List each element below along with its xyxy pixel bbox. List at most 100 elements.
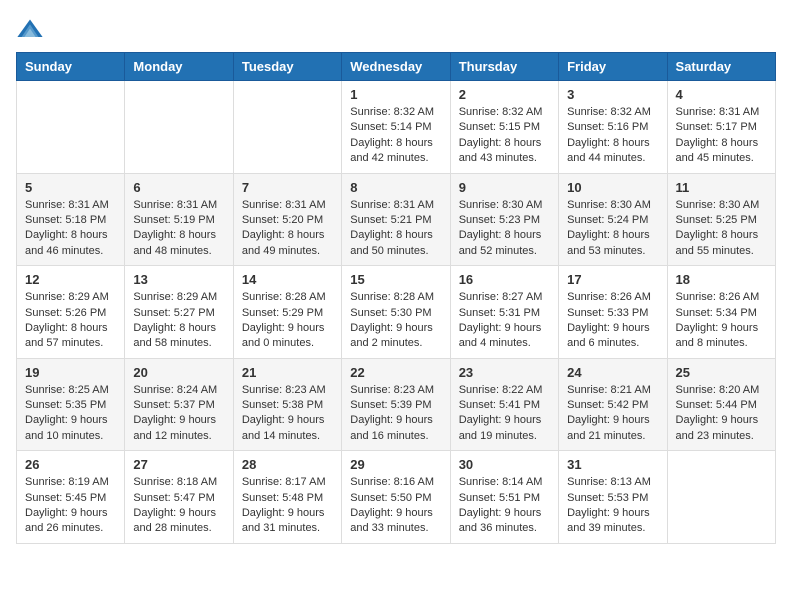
day-info: Sunrise: 8:30 AM Sunset: 5:23 PM Dayligh…: [459, 198, 550, 260]
day-info: Sunrise: 8:28 AM Sunset: 5:30 PM Dayligh…: [350, 290, 441, 352]
day-number: 9: [459, 180, 550, 195]
day-number: 31: [567, 457, 658, 472]
day-number: 27: [133, 457, 224, 472]
calendar-cell: 29Sunrise: 8:16 AM Sunset: 5:50 PM Dayli…: [342, 451, 450, 544]
calendar-cell: 6 Sunrise: 8:31 AM Sunset: 5:19 PM Daylig…: [125, 173, 233, 266]
calendar-cell: 26 Sunrise: 8:19 AM Sunset: 5:45 PM Dayli…: [17, 451, 125, 544]
day-info: Sunrise: 8:17 AM Sunset: 5:48 PM Dayligh…: [242, 475, 333, 537]
day-header-tuesday: Tuesday: [233, 53, 341, 81]
day-number: 17: [567, 272, 658, 287]
calendar-cell: 18 Sunrise: 8:26 AM Sunset: 5:34 PM Dayli…: [667, 266, 775, 359]
day-number: 10: [567, 180, 658, 195]
day-info: Sunrise: 8:31 AM Sunset: 5:18 PM Dayligh…: [25, 198, 116, 260]
day-info: Sunrise: 8:24 AM Sunset: 5:37 PM Dayligh…: [133, 383, 224, 445]
calendar-cell: 14 Sunrise: 8:28 AM Sunset: 5:29 PM Dayli…: [233, 266, 341, 359]
day-number: 8: [350, 180, 441, 195]
calendar-header-row: SundayMondayTuesdayWednesdayThursdayFrid…: [17, 53, 776, 81]
calendar-cell: 17 Sunrise: 8:26 AM Sunset: 5:33 PM Dayli…: [559, 266, 667, 359]
day-number: 22: [350, 365, 441, 380]
day-number: 5: [25, 180, 116, 195]
day-info: Sunrise: 8:19 AM Sunset: 5:45 PM Dayligh…: [25, 475, 116, 537]
day-info: Sunrise: 8:32 AM Sunset: 5:14 PM Dayligh…: [350, 105, 441, 167]
day-info: Sunrise: 8:32 AM Sunset: 5:16 PM Dayligh…: [567, 105, 658, 167]
day-info: Sunrise: 8:23 AM Sunset: 5:39 PM Dayligh…: [350, 383, 441, 445]
day-number: 13: [133, 272, 224, 287]
day-number: 1: [350, 87, 441, 102]
calendar-cell: 27 Sunrise: 8:18 AM Sunset: 5:47 PM Dayli…: [125, 451, 233, 544]
day-number: 21: [242, 365, 333, 380]
day-number: 28: [242, 457, 333, 472]
day-number: 29: [350, 457, 441, 472]
day-header-wednesday: Wednesday: [342, 53, 450, 81]
day-number: 23: [459, 365, 550, 380]
day-header-friday: Friday: [559, 53, 667, 81]
day-info: Sunrise: 8:21 AM Sunset: 5:42 PM Dayligh…: [567, 383, 658, 445]
calendar-cell: 12 Sunrise: 8:29 AM Sunset: 5:26 PM Dayli…: [17, 266, 125, 359]
day-info: Sunrise: 8:31 AM Sunset: 5:20 PM Dayligh…: [242, 198, 333, 260]
day-number: 11: [676, 180, 767, 195]
day-number: 3: [567, 87, 658, 102]
day-info: Sunrise: 8:23 AM Sunset: 5:38 PM Dayligh…: [242, 383, 333, 445]
day-info: Sunrise: 8:29 AM Sunset: 5:27 PM Dayligh…: [133, 290, 224, 352]
calendar-cell: 1 Sunrise: 8:32 AM Sunset: 5:14 PM Daylig…: [342, 81, 450, 174]
calendar-cell: 24 Sunrise: 8:21 AM Sunset: 5:42 PM Dayli…: [559, 358, 667, 451]
day-number: 30: [459, 457, 550, 472]
calendar-cell: 22 Sunrise: 8:23 AM Sunset: 5:39 PM Dayli…: [342, 358, 450, 451]
calendar-week-5: 26 Sunrise: 8:19 AM Sunset: 5:45 PM Dayli…: [17, 451, 776, 544]
calendar-cell: 2 Sunrise: 8:32 AM Sunset: 5:15 PM Daylig…: [450, 81, 558, 174]
calendar-cell: 21 Sunrise: 8:23 AM Sunset: 5:38 PM Dayli…: [233, 358, 341, 451]
calendar-cell: [17, 81, 125, 174]
calendar-cell: 28 Sunrise: 8:17 AM Sunset: 5:48 PM Dayli…: [233, 451, 341, 544]
calendar-cell: 25Sunrise: 8:20 AM Sunset: 5:44 PM Dayli…: [667, 358, 775, 451]
day-number: 18: [676, 272, 767, 287]
day-info: Sunrise: 8:22 AM Sunset: 5:41 PM Dayligh…: [459, 383, 550, 445]
day-info: Sunrise: 8:26 AM Sunset: 5:33 PM Dayligh…: [567, 290, 658, 352]
calendar-week-1: 1 Sunrise: 8:32 AM Sunset: 5:14 PM Daylig…: [17, 81, 776, 174]
calendar-table: SundayMondayTuesdayWednesdayThursdayFrid…: [16, 52, 776, 544]
calendar-cell: 23 Sunrise: 8:22 AM Sunset: 5:41 PM Dayli…: [450, 358, 558, 451]
day-info: Sunrise: 8:25 AM Sunset: 5:35 PM Dayligh…: [25, 383, 116, 445]
day-number: 20: [133, 365, 224, 380]
calendar-cell: 15 Sunrise: 8:28 AM Sunset: 5:30 PM Dayli…: [342, 266, 450, 359]
day-info: Sunrise: 8:29 AM Sunset: 5:26 PM Dayligh…: [25, 290, 116, 352]
day-info: Sunrise: 8:13 AM Sunset: 5:53 PM Dayligh…: [567, 475, 658, 537]
day-header-monday: Monday: [125, 53, 233, 81]
calendar-week-3: 12 Sunrise: 8:29 AM Sunset: 5:26 PM Dayli…: [17, 266, 776, 359]
day-number: 16: [459, 272, 550, 287]
day-number: 15: [350, 272, 441, 287]
day-info: Sunrise: 8:30 AM Sunset: 5:25 PM Dayligh…: [676, 198, 767, 260]
calendar-cell: 16 Sunrise: 8:27 AM Sunset: 5:31 PM Dayli…: [450, 266, 558, 359]
day-info: Sunrise: 8:31 AM Sunset: 5:19 PM Dayligh…: [133, 198, 224, 260]
calendar-cell: 11 Sunrise: 8:30 AM Sunset: 5:25 PM Dayli…: [667, 173, 775, 266]
day-info: Sunrise: 8:18 AM Sunset: 5:47 PM Dayligh…: [133, 475, 224, 537]
day-number: 14: [242, 272, 333, 287]
calendar-cell: 3 Sunrise: 8:32 AM Sunset: 5:16 PM Daylig…: [559, 81, 667, 174]
calendar-cell: 13 Sunrise: 8:29 AM Sunset: 5:27 PM Dayli…: [125, 266, 233, 359]
calendar-week-4: 19 Sunrise: 8:25 AM Sunset: 5:35 PM Dayli…: [17, 358, 776, 451]
day-number: 24: [567, 365, 658, 380]
day-header-thursday: Thursday: [450, 53, 558, 81]
day-info: Sunrise: 8:32 AM Sunset: 5:15 PM Dayligh…: [459, 105, 550, 167]
calendar-cell: 20 Sunrise: 8:24 AM Sunset: 5:37 PM Dayli…: [125, 358, 233, 451]
day-info: Sunrise: 8:31 AM Sunset: 5:17 PM Dayligh…: [676, 105, 767, 167]
day-info: Sunrise: 8:30 AM Sunset: 5:24 PM Dayligh…: [567, 198, 658, 260]
calendar-cell: 7Sunrise: 8:31 AM Sunset: 5:20 PM Daylig…: [233, 173, 341, 266]
calendar-cell: 4 Sunrise: 8:31 AM Sunset: 5:17 PM Daylig…: [667, 81, 775, 174]
calendar-cell: [667, 451, 775, 544]
day-number: 4: [676, 87, 767, 102]
day-number: 12: [25, 272, 116, 287]
day-info: Sunrise: 8:27 AM Sunset: 5:31 PM Dayligh…: [459, 290, 550, 352]
calendar-cell: 19 Sunrise: 8:25 AM Sunset: 5:35 PM Dayli…: [17, 358, 125, 451]
day-number: 6: [133, 180, 224, 195]
calendar-cell: 5 Sunrise: 8:31 AM Sunset: 5:18 PM Daylig…: [17, 173, 125, 266]
calendar-cell: 10 Sunrise: 8:30 AM Sunset: 5:24 PM Dayli…: [559, 173, 667, 266]
calendar-cell: 31 Sunrise: 8:13 AM Sunset: 5:53 PM Dayli…: [559, 451, 667, 544]
day-info: Sunrise: 8:26 AM Sunset: 5:34 PM Dayligh…: [676, 290, 767, 352]
day-number: 2: [459, 87, 550, 102]
day-number: 25: [676, 365, 767, 380]
day-info: Sunrise: 8:28 AM Sunset: 5:29 PM Dayligh…: [242, 290, 333, 352]
day-number: 26: [25, 457, 116, 472]
calendar-cell: 9 Sunrise: 8:30 AM Sunset: 5:23 PM Daylig…: [450, 173, 558, 266]
calendar-cell: 30Sunrise: 8:14 AM Sunset: 5:51 PM Dayli…: [450, 451, 558, 544]
day-number: 19: [25, 365, 116, 380]
